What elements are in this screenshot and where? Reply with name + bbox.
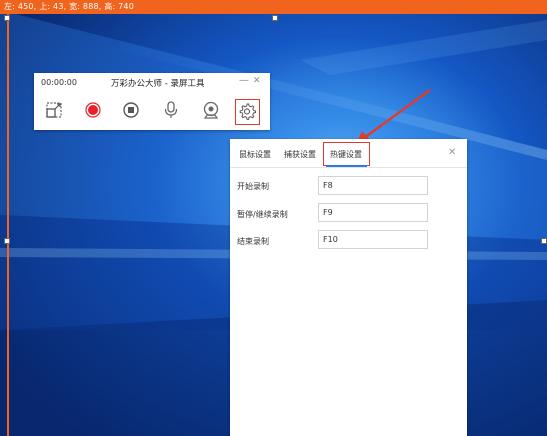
record-button[interactable]	[80, 97, 106, 123]
start-record-hotkey-field[interactable]: F8	[318, 176, 428, 195]
stop-icon	[123, 102, 139, 118]
tab-capture-settings[interactable]: 捕获设置	[284, 149, 316, 160]
end-record-hotkey-field[interactable]: F10	[318, 230, 428, 249]
settings-button[interactable]	[235, 99, 260, 125]
recording-timer: 00:00:00	[41, 78, 77, 87]
gear-icon	[239, 103, 257, 120]
tab-mouse-settings[interactable]: 鼠标设置	[239, 149, 271, 160]
end-record-label: 结束录制	[237, 237, 269, 246]
close-icon[interactable]: ✕	[253, 76, 261, 86]
recorder-toolbar: 00:00:00 万彩办公大师 - 录屏工具 — ✕	[34, 73, 270, 130]
tab-divider	[230, 167, 467, 168]
microphone-icon	[164, 101, 178, 118]
webcam-icon	[203, 101, 219, 119]
pause-resume-hotkey-field[interactable]: F9	[318, 203, 428, 222]
pause-resume-label: 暂停/继续录制	[237, 210, 288, 219]
recorder-title: 万彩办公大师 - 录屏工具	[111, 79, 205, 89]
settings-panel: 鼠标设置 捕获设置 热键设置 ✕ 开始录制 F8 暂停/继续录制 F9 结束录制…	[230, 139, 467, 436]
record-icon	[85, 102, 101, 118]
close-icon[interactable]: ✕	[448, 147, 456, 158]
microphone-button[interactable]	[158, 97, 184, 123]
start-record-label: 开始录制	[237, 182, 269, 191]
stop-button[interactable]	[118, 97, 144, 123]
region-select-icon	[46, 102, 62, 118]
minimize-icon[interactable]: —	[239, 75, 249, 86]
region-select-button[interactable]	[41, 97, 67, 123]
tab-hotkey-settings[interactable]: 热键设置	[330, 149, 362, 160]
webcam-button[interactable]	[198, 97, 224, 123]
